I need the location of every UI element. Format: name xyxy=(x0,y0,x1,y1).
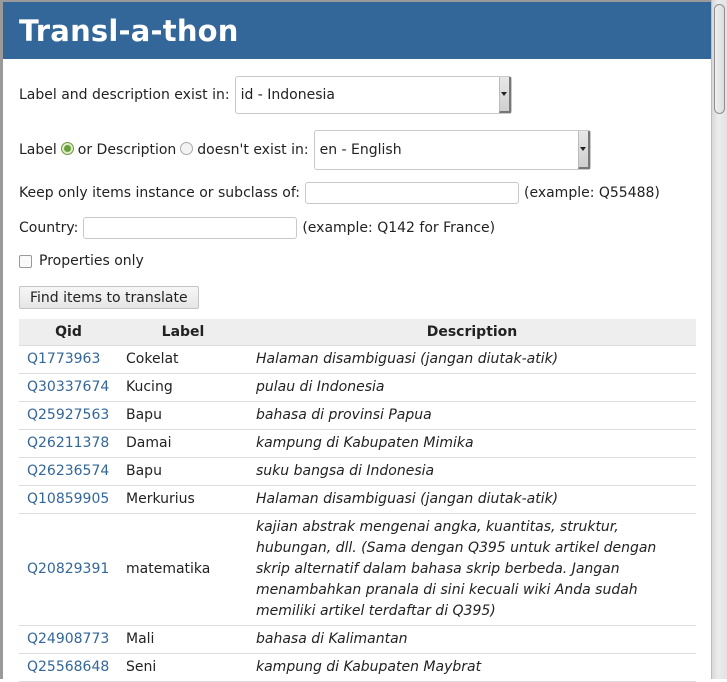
find-items-button[interactable]: Find items to translate xyxy=(19,286,199,309)
item-label: Mali xyxy=(118,625,248,654)
results-table: Qid Label Description Q1773963 Cokelat H… xyxy=(19,319,696,682)
item-description: kajian abstrak mengenai angka, kuantitas… xyxy=(248,513,696,626)
description-radio-label: or Description xyxy=(77,142,177,158)
column-header-description: Description xyxy=(248,319,696,346)
missing-in-label: doesn't exist in: xyxy=(197,142,309,158)
item-description: bahasa di provinsi Papua xyxy=(248,401,696,430)
item-description: Halaman disambiguasi (jangan diutak-atik… xyxy=(248,485,696,514)
item-description: kampung di Kabupaten Maybrat xyxy=(248,653,696,682)
item-description: suku bangsa di Indonesia xyxy=(248,457,696,486)
exist-language-value: id - Indonesia xyxy=(240,87,335,103)
properties-only-checkbox[interactable] xyxy=(19,254,32,268)
exist-in-row: Label and description exist in: id - Ind… xyxy=(19,76,512,114)
country-label: Country: xyxy=(19,220,79,236)
missing-language-value: en - English xyxy=(319,142,402,158)
item-label: Damai xyxy=(118,429,248,458)
country-hint: (example: Q142 for France) xyxy=(302,220,496,236)
missing-in-row: Label or Description doesn't exist in: e… xyxy=(19,130,591,170)
submit-row: Find items to translate xyxy=(19,286,199,309)
table-row: Q30337674 Kucing pulau di Indonesia xyxy=(19,373,696,402)
qid-link[interactable]: Q25568648 xyxy=(27,659,109,675)
app-header: Transl-a-thon xyxy=(3,2,711,59)
country-input[interactable] xyxy=(83,217,298,239)
country-row: Country: (example: Q142 for France) xyxy=(19,217,495,239)
label-radio[interactable] xyxy=(60,141,74,155)
item-label: Seni xyxy=(118,653,248,682)
table-row: Q25927563 Bapu bahasa di provinsi Papua xyxy=(19,401,696,430)
column-header-qid: Qid xyxy=(19,319,118,346)
vertical-scrollbar[interactable] xyxy=(711,0,727,679)
item-label: matematika xyxy=(118,513,248,626)
table-row: Q26236574 Bapu suku bangsa di Indonesia xyxy=(19,457,696,486)
table-row: Q10859905 Merkurius Halaman disambiguasi… xyxy=(19,485,696,514)
item-description: kampung di Kabupaten Mimika xyxy=(248,429,696,458)
item-description: bahasa di Kalimantan xyxy=(248,625,696,654)
instance-row: Keep only items instance or subclass of:… xyxy=(19,182,660,204)
instance-input[interactable] xyxy=(304,182,519,204)
item-label: Kucing xyxy=(118,373,248,402)
instance-label: Keep only items instance or subclass of: xyxy=(19,185,300,201)
properties-only-label[interactable]: Properties only xyxy=(39,253,144,269)
qid-link[interactable]: Q20829391 xyxy=(27,561,109,577)
qid-link[interactable]: Q30337674 xyxy=(27,379,109,395)
item-label: Bapu xyxy=(118,401,248,430)
table-row: Q26211378 Damai kampung di Kabupaten Mim… xyxy=(19,429,696,458)
item-label: Cokelat xyxy=(118,345,248,374)
exist-in-label: Label and description exist in: xyxy=(19,87,230,103)
missing-language-select[interactable]: en - English xyxy=(313,130,591,170)
scrollbar-thumb[interactable] xyxy=(714,4,725,114)
instance-hint: (example: Q55488) xyxy=(523,185,660,201)
properties-only-row: Properties only xyxy=(19,253,144,269)
table-row: Q1773963 Cokelat Halaman disambiguasi (j… xyxy=(19,345,696,374)
qid-link[interactable]: Q26211378 xyxy=(27,435,109,451)
item-description: pulau di Indonesia xyxy=(248,373,696,402)
app-title: Transl-a-thon xyxy=(19,13,239,48)
item-description: Halaman disambiguasi (jangan diutak-atik… xyxy=(248,345,696,374)
table-row: Q24908773 Mali bahasa di Kalimantan xyxy=(19,625,696,654)
table-row: Q20829391 matematika kajian abstrak meng… xyxy=(19,513,696,626)
column-header-label: Label xyxy=(118,319,248,346)
item-label: Bapu xyxy=(118,457,248,486)
table-header-row: Qid Label Description xyxy=(19,319,696,346)
chevron-down-icon[interactable] xyxy=(577,131,590,169)
exist-language-select[interactable]: id - Indonesia xyxy=(234,76,512,114)
description-radio[interactable] xyxy=(180,141,194,155)
label-radio-label: Label xyxy=(19,142,57,158)
table-row: Q25568648 Seni kampung di Kabupaten Mayb… xyxy=(19,653,696,682)
chevron-down-icon[interactable] xyxy=(498,77,511,113)
qid-link[interactable]: Q10859905 xyxy=(27,491,109,507)
item-label: Merkurius xyxy=(118,485,248,514)
qid-link[interactable]: Q24908773 xyxy=(27,631,109,647)
qid-link[interactable]: Q1773963 xyxy=(27,351,100,367)
qid-link[interactable]: Q26236574 xyxy=(27,463,109,479)
qid-link[interactable]: Q25927563 xyxy=(27,407,109,423)
